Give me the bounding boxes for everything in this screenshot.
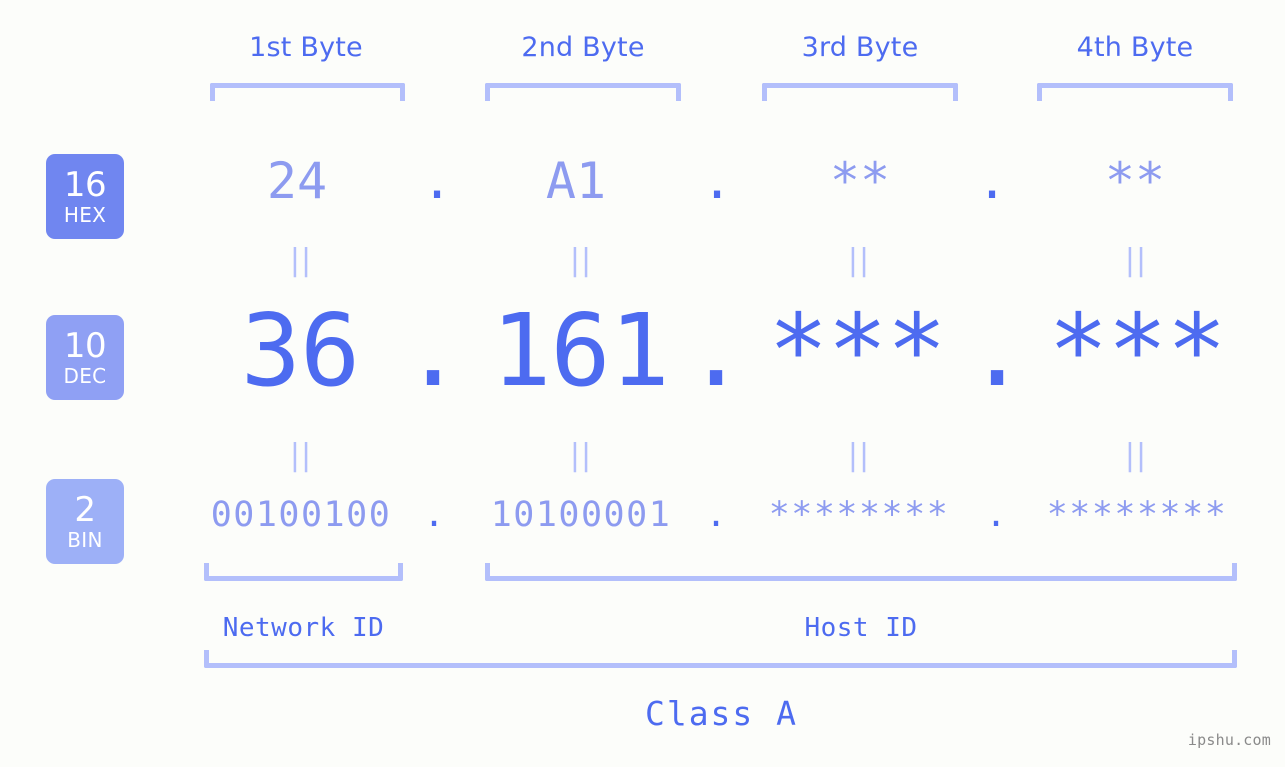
equality-marker-2-4: ||	[1124, 438, 1148, 473]
byte-label-1: 1st Byte	[249, 32, 363, 63]
dec-octet-4: ***	[1048, 292, 1227, 409]
network-id-bracket	[204, 563, 403, 581]
hex-separator-2: .	[701, 152, 733, 210]
class-label: Class A	[644, 694, 799, 733]
network-id-label: Network ID	[222, 613, 385, 643]
ip-address-diagram: 1st Byte 2nd Byte 3rd Byte 4th Byte 16 H…	[0, 0, 1285, 767]
watermark: ipshu.com	[1187, 731, 1271, 749]
dec-octet-1: 36	[240, 292, 360, 409]
byte-bracket-3	[762, 83, 958, 101]
bin-octet-3: ********	[768, 495, 950, 535]
bin-separator-1: .	[423, 495, 445, 535]
byte-bracket-1	[210, 83, 405, 101]
bin-octet-1: 00100100	[210, 495, 392, 535]
radix-badge-dec-name: DEC	[63, 364, 107, 388]
byte-label-2: 2nd Byte	[521, 32, 645, 63]
bin-separator-2: .	[705, 495, 727, 535]
equality-marker-2-1: ||	[289, 438, 313, 473]
hex-octet-1: 24	[266, 152, 328, 210]
equality-marker-1-2: ||	[569, 243, 593, 278]
hex-separator-1: .	[421, 152, 453, 210]
byte-label-4: 4th Byte	[1076, 32, 1194, 63]
radix-badge-hex-name: HEX	[63, 203, 107, 227]
dec-separator-3: .	[967, 292, 1028, 409]
radix-badge-bin-name: BIN	[67, 528, 103, 552]
equality-marker-1-4: ||	[1124, 243, 1148, 278]
byte-bracket-2	[485, 83, 681, 101]
hex-octet-4: **	[1104, 152, 1166, 210]
radix-badge-bin-base: 2	[74, 490, 96, 530]
hex-separator-3: .	[976, 152, 1008, 210]
radix-badge-dec-base: 10	[63, 326, 107, 366]
class-bracket	[204, 650, 1237, 668]
dec-octet-2: 161	[491, 292, 670, 409]
dec-octet-3: ***	[768, 292, 947, 409]
equality-marker-2-3: ||	[847, 438, 871, 473]
byte-label-3: 3rd Byte	[801, 32, 919, 63]
host-id-label: Host ID	[804, 613, 918, 643]
equality-marker-1-3: ||	[847, 243, 871, 278]
bin-separator-3: .	[985, 495, 1007, 535]
host-id-bracket	[485, 563, 1237, 581]
equality-marker-2-2: ||	[569, 438, 593, 473]
byte-bracket-4	[1037, 83, 1233, 101]
bin-octet-2: 10100001	[490, 495, 672, 535]
dec-separator-1: .	[403, 292, 464, 409]
radix-badge-hex-base: 16	[63, 165, 107, 205]
radix-badge-dec: 10 DEC	[46, 315, 124, 400]
dec-separator-2: .	[686, 292, 747, 409]
bin-octet-4: ********	[1046, 495, 1228, 535]
equality-marker-1-1: ||	[289, 243, 313, 278]
hex-octet-3: **	[829, 152, 891, 210]
radix-badge-bin: 2 BIN	[46, 479, 124, 564]
hex-octet-2: A1	[545, 152, 607, 210]
radix-badge-hex: 16 HEX	[46, 154, 124, 239]
